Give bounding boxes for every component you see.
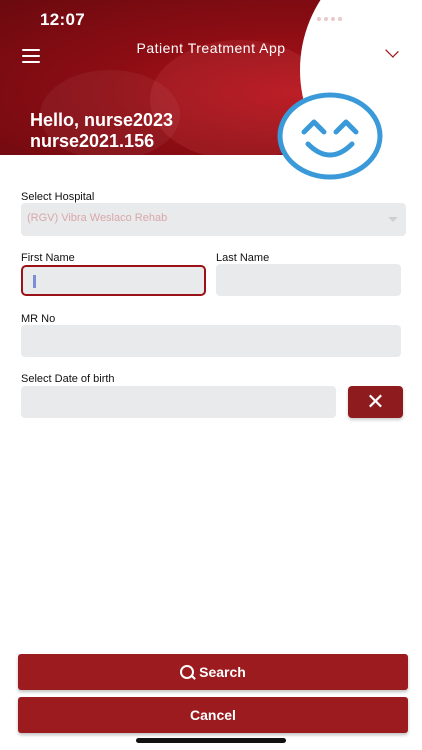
hospital-label: Select Hospital (21, 191, 95, 203)
greeting: Hello, nurse2023 nurse2021.156 (30, 110, 173, 152)
signal-icon (317, 17, 342, 21)
first-name-label: First Name (21, 252, 75, 264)
search-button[interactable]: Search (18, 654, 408, 690)
dob-field[interactable] (21, 386, 336, 418)
cancel-button[interactable]: Cancel (18, 697, 408, 733)
cancel-button-label: Cancel (190, 707, 236, 723)
battery-icon (374, 13, 403, 25)
mail-icon[interactable] (380, 47, 402, 62)
wifi-icon (350, 13, 366, 25)
first-name-field[interactable] (21, 265, 206, 296)
close-icon: ✕ (366, 389, 385, 414)
smiley-face-icon (276, 92, 384, 180)
chevron-down-icon (388, 217, 398, 222)
last-name-label: Last Name (216, 252, 270, 264)
app-title: Patient Treatment App (136, 40, 286, 56)
status-time: 12:07 (40, 10, 85, 29)
dob-label: Select Date of birth (21, 373, 115, 385)
hospital-select[interactable]: (RGV) Vibra Weslaco Rehab (21, 203, 406, 236)
home-indicator (136, 738, 286, 743)
greeting-line-2: nurse2021.156 (30, 131, 155, 151)
text-cursor (33, 275, 36, 288)
hospital-select-value: (RGV) Vibra Weslaco Rehab (27, 212, 168, 224)
mr-no-label: MR No (21, 313, 56, 325)
status-bar: 12:07 (0, 0, 422, 36)
clear-dob-button[interactable]: ✕ (348, 386, 403, 418)
status-icons (317, 13, 403, 25)
search-button-label: Search (199, 664, 246, 680)
greeting-line-1: Hello, nurse2023 (30, 110, 174, 130)
last-name-field[interactable] (216, 264, 401, 296)
search-icon (180, 664, 195, 680)
mr-no-field[interactable] (21, 325, 401, 357)
